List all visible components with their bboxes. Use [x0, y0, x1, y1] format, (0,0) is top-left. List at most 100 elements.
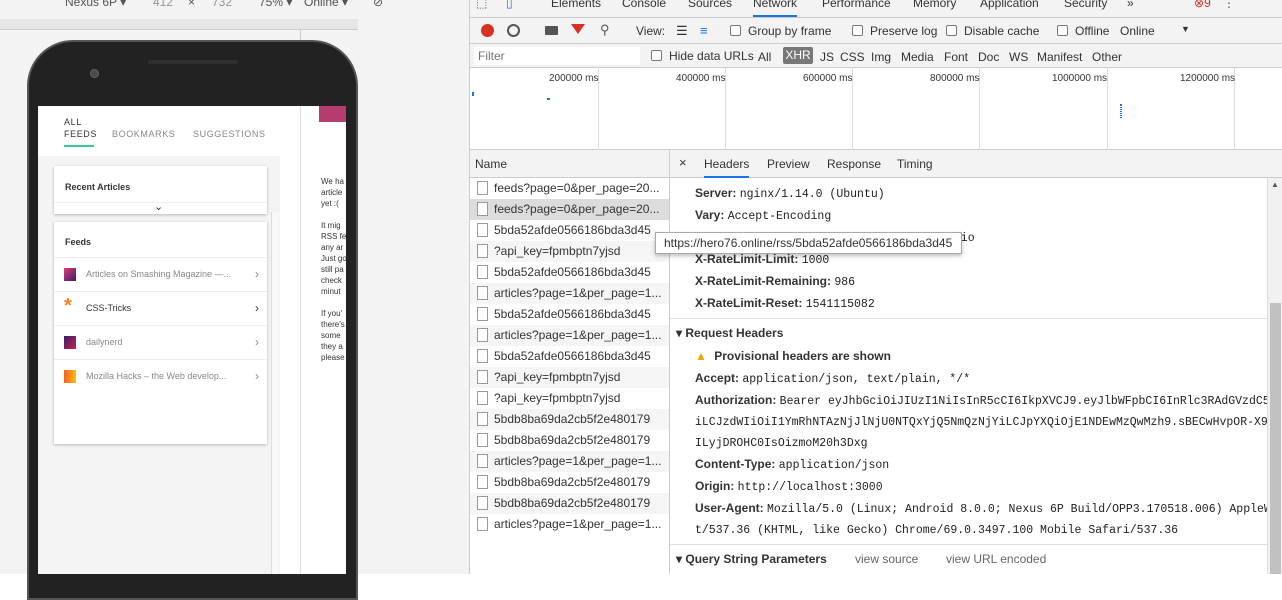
- chevron-down-icon[interactable]: ⌄: [154, 200, 163, 213]
- type-filter-media[interactable]: Media: [901, 50, 934, 64]
- view-url-encoded-link[interactable]: view URL encoded: [946, 552, 1046, 566]
- type-filter-font[interactable]: Font: [944, 50, 968, 64]
- tab-security[interactable]: Security: [1064, 0, 1107, 10]
- more-tabs-button[interactable]: »: [1127, 0, 1134, 10]
- request-row[interactable]: articles?page=1&per_page=1...: [470, 451, 669, 472]
- search-icon[interactable]: ⚲: [600, 22, 610, 38]
- request-row[interactable]: ?api_key=fpmbptn7yjsd: [470, 388, 669, 409]
- zoom-select[interactable]: 75% ▾: [259, 0, 292, 9]
- feed-scrollbar[interactable]: [271, 212, 279, 574]
- query-string-toggle[interactable]: ▾ Query String Parameters: [676, 552, 827, 566]
- device-toggle-icon[interactable]: ▯: [506, 0, 513, 10]
- header-value: application/json: [778, 459, 890, 472]
- tab-sources[interactable]: Sources: [688, 0, 732, 10]
- clear-icon[interactable]: [507, 24, 520, 37]
- header-key: Vary:: [695, 208, 725, 222]
- request-row[interactable]: 5bda52afde0566186bda3d45: [470, 262, 669, 283]
- feed-item[interactable]: * CSS-Tricks ›: [54, 291, 267, 325]
- request-row[interactable]: 5bdb8ba69da2cb5f2e480179: [470, 472, 669, 493]
- tab-console[interactable]: Console: [622, 0, 666, 10]
- disable-cache-checkbox[interactable]: [946, 25, 957, 36]
- article-line: still pa: [321, 265, 344, 274]
- type-filter-xhr[interactable]: XHR: [783, 47, 813, 64]
- chevron-down-icon[interactable]: ▼: [1181, 24, 1190, 34]
- close-icon[interactable]: ×: [679, 155, 687, 170]
- request-row[interactable]: feeds?page=0&per_page=20...: [470, 199, 669, 220]
- more-menu-icon[interactable]: ⋮: [1223, 0, 1235, 10]
- request-row[interactable]: 5bdb8ba69da2cb5f2e480179: [470, 430, 669, 451]
- tab-network[interactable]: Network: [753, 0, 798, 17]
- scrollbar-thumb[interactable]: [1270, 303, 1281, 574]
- request-headers-toggle[interactable]: ▾ Request Headers: [676, 326, 783, 340]
- type-filter-manifest[interactable]: Manifest: [1037, 50, 1082, 64]
- type-filter-all[interactable]: All: [758, 50, 771, 64]
- tab-memory[interactable]: Memory: [913, 0, 956, 10]
- tab-elements[interactable]: Elements: [551, 0, 601, 10]
- height-input[interactable]: 732: [212, 0, 232, 9]
- request-row[interactable]: 5bda52afde0566186bda3d45: [470, 346, 669, 367]
- document-icon: [477, 391, 488, 405]
- tab-all-feeds[interactable]: ALL FEEDS: [64, 116, 97, 140]
- preserve-log-checkbox[interactable]: [852, 25, 863, 36]
- tab-timing[interactable]: Timing: [897, 157, 933, 171]
- record-icon[interactable]: [481, 24, 494, 37]
- waterfall-view-icon[interactable]: ≡: [700, 23, 708, 38]
- request-row[interactable]: articles?page=1&per_page=1...: [470, 325, 669, 346]
- tab-bookmarks[interactable]: BOOKMARKS: [112, 129, 175, 139]
- request-row[interactable]: 5bdb8ba69da2cb5f2e480179: [470, 409, 669, 430]
- filter-input[interactable]: [474, 47, 640, 65]
- feed-item[interactable]: dailynerd ›: [54, 325, 267, 359]
- device-select[interactable]: Nexus 6P ▾: [65, 0, 126, 9]
- offline-checkbox[interactable]: [1057, 25, 1068, 36]
- hide-data-urls-checkbox[interactable]: [651, 50, 662, 61]
- name-header-label: Name: [475, 157, 508, 171]
- type-filter-img[interactable]: Img: [871, 50, 891, 64]
- provisional-label: Provisional headers are shown: [714, 349, 891, 363]
- filter-icon[interactable]: [571, 24, 585, 34]
- chevron-right-icon: ›: [255, 335, 259, 349]
- filter-bar: Hide data URLs All XHR JS CSS Img Media …: [470, 44, 1282, 68]
- tab-response[interactable]: Response: [827, 157, 881, 171]
- error-badge[interactable]: ⊗9: [1194, 0, 1211, 10]
- request-row[interactable]: 5bdb8ba69da2cb5f2e480179: [470, 493, 669, 514]
- type-filter-js[interactable]: JS: [820, 50, 834, 64]
- scroll-up-icon[interactable]: ▲: [1271, 180, 1279, 189]
- width-input[interactable]: 412: [153, 0, 173, 9]
- disable-cache-label: Disable cache: [964, 24, 1040, 38]
- tab-performance[interactable]: Performance: [822, 0, 891, 10]
- type-filter-ws[interactable]: WS: [1009, 50, 1028, 64]
- type-filter-doc[interactable]: Doc: [978, 50, 999, 64]
- request-row[interactable]: ?api_key=fpmbptn7yjsd: [470, 367, 669, 388]
- request-row[interactable]: 5bda52afde0566186bda3d45: [470, 304, 669, 325]
- request-row[interactable]: feeds?page=0&per_page=20...: [470, 178, 669, 199]
- request-row[interactable]: articles?page=1&per_page=1...: [470, 514, 669, 535]
- type-filter-other[interactable]: Other: [1092, 50, 1122, 64]
- request-row[interactable]: 5bda52afde0566186bda3d45: [470, 220, 669, 241]
- rotate-icon[interactable]: ⊘: [373, 0, 383, 9]
- tab-preview[interactable]: Preview: [767, 157, 810, 171]
- feed-item[interactable]: Mozilla Hacks – the Web develop... ›: [54, 359, 267, 393]
- inspect-icon[interactable]: ⬚: [476, 0, 487, 10]
- camera-icon[interactable]: [545, 26, 558, 35]
- view-source-link[interactable]: view source: [855, 552, 918, 566]
- error-count: 9: [1204, 0, 1211, 10]
- feed-item[interactable]: Articles on Smashing Magazine —... ›: [54, 257, 267, 291]
- name-column-header[interactable]: Name: [470, 150, 670, 178]
- tab-headers[interactable]: Headers: [704, 157, 750, 178]
- request-row[interactable]: ?api_key=fpmbptn7yjsd: [470, 241, 669, 262]
- group-by-frame-checkbox[interactable]: [730, 25, 741, 36]
- tab-suggestions[interactable]: SUGGESTIONS: [193, 129, 266, 139]
- grid-line: [1107, 68, 1108, 150]
- type-filter-css[interactable]: CSS: [840, 50, 865, 64]
- feed-logo-icon: [64, 336, 76, 349]
- request-row[interactable]: articles?page=1&per_page=1...: [470, 283, 669, 304]
- list-view-icon[interactable]: ☰: [676, 23, 688, 39]
- detail-scrollbar[interactable]: ▲: [1267, 178, 1282, 574]
- request-header-authorization: Authorization: Bearer eyJhbGciOiJIUzI1Ni…: [695, 393, 1282, 408]
- throttle-select[interactable]: Online ▾: [304, 0, 348, 9]
- document-icon: [477, 517, 488, 531]
- throttling-select[interactable]: Online: [1120, 24, 1155, 38]
- tab-application[interactable]: Application: [980, 0, 1039, 10]
- asterisk-icon: *: [64, 295, 72, 317]
- document-icon: [477, 265, 488, 279]
